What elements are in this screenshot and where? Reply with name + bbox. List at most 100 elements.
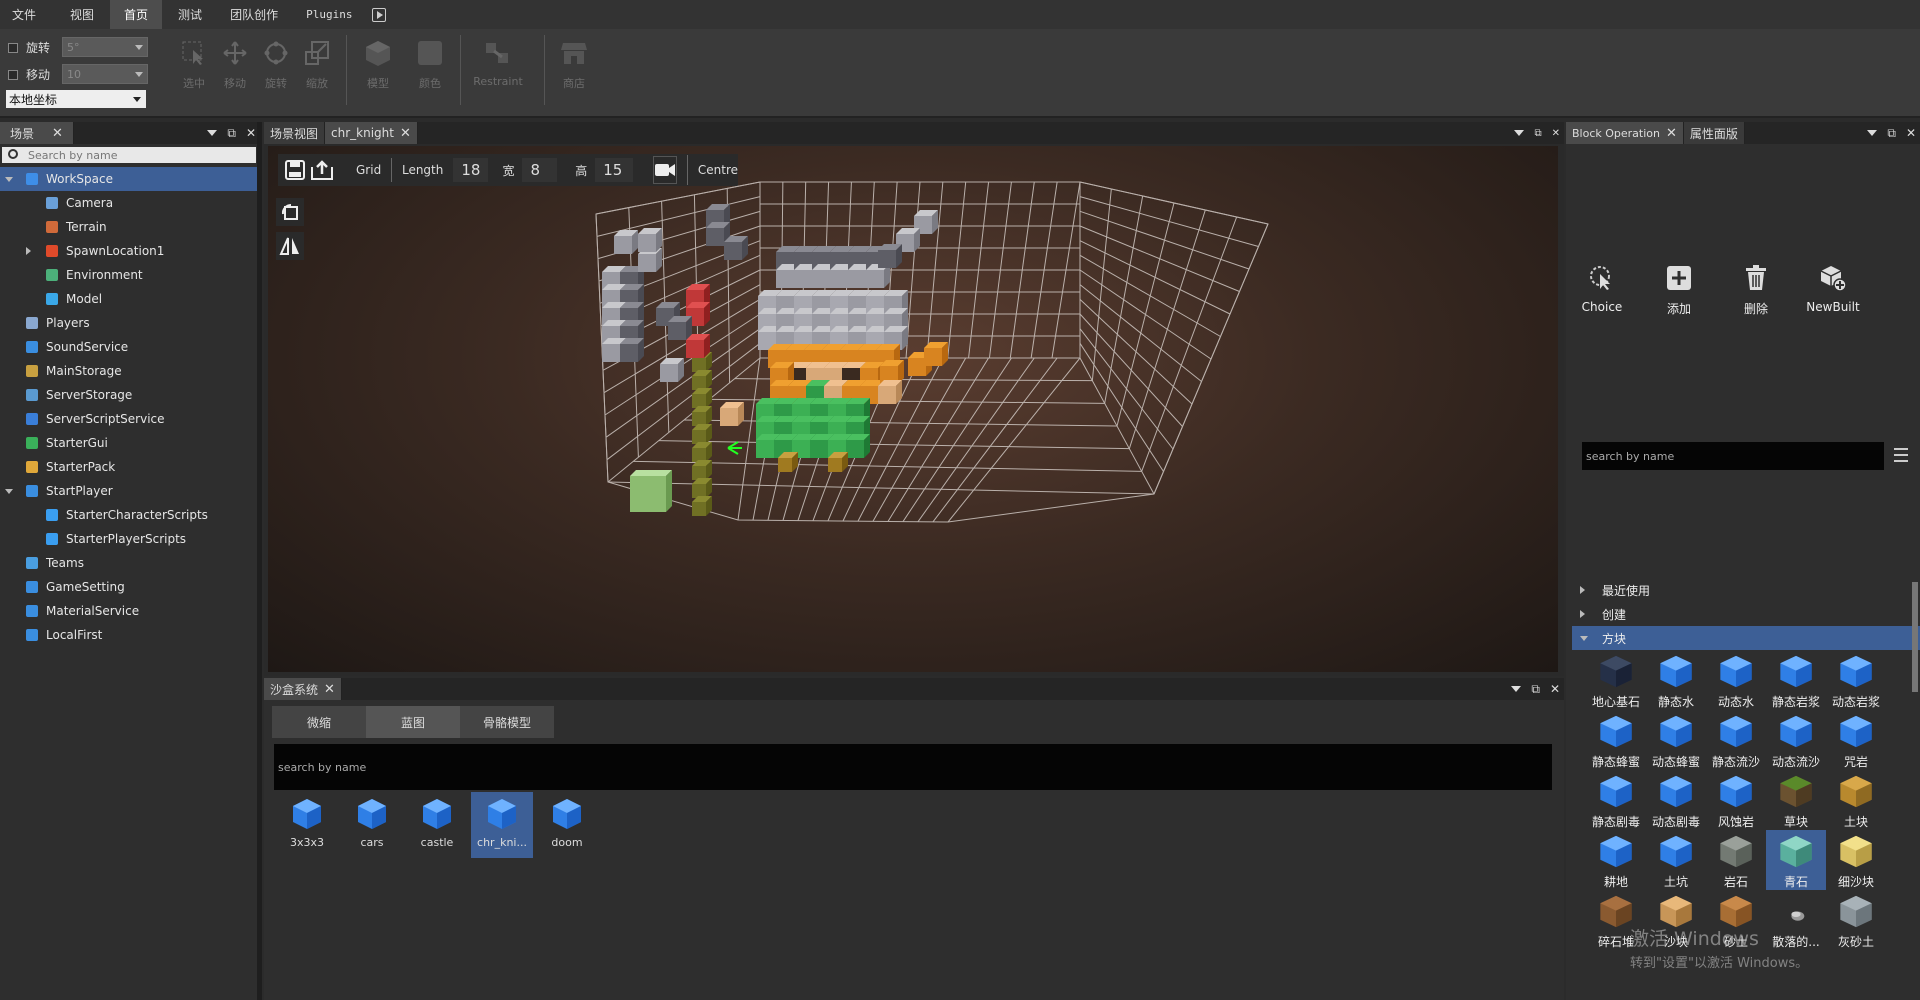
restraint-tool-inner[interactable]: Restraint bbox=[470, 39, 526, 88]
tree-item-players[interactable]: Players bbox=[0, 311, 260, 335]
block-item[interactable]: 散落的... bbox=[1766, 890, 1826, 950]
tab-sandbox[interactable]: 沙盒系统 ✕ bbox=[264, 678, 342, 700]
block-item[interactable]: 静态蜂蜜 bbox=[1586, 710, 1646, 770]
tab-block-operation[interactable]: Block Operation ✕ bbox=[1566, 122, 1684, 144]
panel-splitter[interactable] bbox=[257, 122, 262, 1000]
category-item[interactable]: 方块 bbox=[1572, 626, 1920, 650]
tree-item-soundservice[interactable]: SoundService bbox=[0, 335, 260, 359]
close-icon[interactable]: ✕ bbox=[324, 682, 335, 697]
move-step-select[interactable]: 10 bbox=[62, 64, 148, 84]
rotate-checkbox[interactable] bbox=[8, 42, 18, 53]
expand-arrow-icon[interactable] bbox=[5, 489, 13, 494]
block-item[interactable]: 动态水 bbox=[1706, 650, 1766, 710]
close-icon[interactable]: ✕ bbox=[1552, 128, 1560, 139]
block-search-input[interactable]: search by name bbox=[1582, 442, 1884, 470]
delete-button[interactable]: 删除 bbox=[1726, 264, 1786, 317]
block-item[interactable]: 静态流沙 bbox=[1706, 710, 1766, 770]
scale-tool[interactable]: 缩放 bbox=[297, 39, 337, 91]
rotate-tool[interactable]: 旋转 bbox=[256, 39, 296, 91]
tab-miniature[interactable]: 微缩 bbox=[272, 706, 366, 738]
category-item[interactable]: 创建 bbox=[1572, 602, 1920, 626]
block-item[interactable]: 动态岩浆 bbox=[1826, 650, 1886, 710]
block-item[interactable]: 咒岩 bbox=[1826, 710, 1886, 770]
scene-search-input[interactable]: Search by name bbox=[2, 147, 256, 163]
scrollbar-thumb[interactable] bbox=[1912, 582, 1918, 692]
rotate-step-select[interactable]: 5° bbox=[62, 37, 148, 57]
tree-item-starterplayerscripts[interactable]: StarterPlayerScripts bbox=[0, 527, 260, 551]
tree-item-model[interactable]: Model bbox=[0, 287, 260, 311]
block-item[interactable]: 风蚀岩 bbox=[1706, 770, 1766, 830]
asset-item[interactable]: cars bbox=[341, 792, 403, 858]
tree-item-terrain[interactable]: Terrain bbox=[0, 215, 260, 239]
collapse-arrow-icon[interactable] bbox=[1580, 610, 1585, 618]
tree-item-workspace[interactable]: WorkSpace bbox=[0, 167, 260, 191]
move-checkbox[interactable] bbox=[8, 69, 18, 80]
asset-item[interactable]: castle bbox=[406, 792, 468, 858]
dropdown-icon[interactable] bbox=[1511, 686, 1522, 692]
add-button[interactable]: 添加 bbox=[1649, 264, 1709, 317]
category-item[interactable]: 最近使用 bbox=[1572, 578, 1920, 602]
tree-item-localfirst[interactable]: LocalFirst bbox=[0, 623, 260, 647]
block-item[interactable]: 土块 bbox=[1826, 770, 1886, 830]
shop-tool-inner[interactable]: 商店 bbox=[554, 39, 594, 91]
model-tool[interactable]: 模型 bbox=[358, 39, 398, 91]
tree-item-starterpack[interactable]: StarterPack bbox=[0, 455, 260, 479]
3d-viewport[interactable]: Grid Length 18 宽 8 高 15 Centre bbox=[268, 146, 1558, 672]
tree-item-environment[interactable]: Environment bbox=[0, 263, 260, 287]
tree-item-serverstorage[interactable]: ServerStorage bbox=[0, 383, 260, 407]
expand-arrow-icon[interactable] bbox=[1580, 636, 1588, 641]
tab-scene[interactable]: 场景 ✕ bbox=[0, 122, 74, 144]
close-icon[interactable]: ✕ bbox=[246, 126, 256, 140]
tree-item-gamesetting[interactable]: GameSetting bbox=[0, 575, 260, 599]
menu-test[interactable]: 测试 bbox=[166, 0, 214, 29]
close-icon[interactable]: ✕ bbox=[52, 126, 63, 141]
sandbox-search-input[interactable]: search by name bbox=[274, 744, 1552, 790]
block-item[interactable]: 动态剧毒 bbox=[1646, 770, 1706, 830]
block-item[interactable]: 土坑 bbox=[1646, 830, 1706, 890]
collapse-arrow-icon[interactable] bbox=[26, 247, 31, 255]
tree-item-materialservice[interactable]: MaterialService bbox=[0, 599, 260, 623]
tab-properties[interactable]: 属性面版 bbox=[1683, 122, 1745, 144]
float-icon[interactable]: ⧉ bbox=[227, 126, 236, 141]
block-item[interactable]: 灰砂土 bbox=[1826, 890, 1886, 950]
menu-home[interactable]: 首页 bbox=[110, 0, 163, 29]
restraint-tool[interactable]: Restraint bbox=[470, 39, 526, 88]
dropdown-icon[interactable] bbox=[1867, 130, 1878, 136]
float-icon[interactable]: ⧉ bbox=[1534, 128, 1541, 139]
newbuilt-button[interactable]: NewBuilt bbox=[1803, 264, 1863, 317]
block-item[interactable]: 青石 bbox=[1766, 830, 1826, 890]
menu-team[interactable]: 团队创作 bbox=[218, 0, 290, 29]
asset-item[interactable]: doom bbox=[536, 792, 598, 858]
block-item[interactable]: 草块 bbox=[1766, 770, 1826, 830]
move-tool[interactable]: 移动 bbox=[215, 39, 255, 91]
tree-item-serverscriptservice[interactable]: ServerScriptService bbox=[0, 407, 260, 431]
tree-item-mainstorage[interactable]: MainStorage bbox=[0, 359, 260, 383]
tree-item-startplayer[interactable]: StartPlayer bbox=[0, 479, 260, 503]
tab-chr-knight[interactable]: chr_knight ✕ bbox=[325, 122, 418, 144]
menu-view[interactable]: 视图 bbox=[58, 0, 106, 29]
tab-scene-view[interactable]: 场景视图 bbox=[264, 122, 326, 144]
block-item[interactable]: 动态流沙 bbox=[1766, 710, 1826, 770]
dropdown-icon[interactable] bbox=[207, 130, 218, 136]
dropdown-icon[interactable] bbox=[1514, 130, 1525, 136]
select-tool[interactable]: 选中 bbox=[174, 39, 214, 91]
float-icon[interactable]: ⧉ bbox=[1531, 682, 1540, 697]
coordinate-select[interactable]: 本地坐标 bbox=[6, 90, 146, 108]
menu-plugins[interactable]: Plugins bbox=[294, 0, 364, 29]
expand-arrow-icon[interactable] bbox=[5, 177, 13, 182]
shop-tool[interactable]: 商店 bbox=[554, 39, 594, 91]
block-item[interactable]: 细沙块 bbox=[1826, 830, 1886, 890]
close-icon[interactable]: ✕ bbox=[400, 126, 411, 141]
collapse-arrow-icon[interactable] bbox=[1580, 586, 1585, 594]
menu-icon[interactable] bbox=[1894, 448, 1908, 462]
tab-blueprint[interactable]: 蓝图 bbox=[366, 706, 460, 738]
tab-skeleton-model[interactable]: 骨骼模型 bbox=[460, 706, 554, 738]
close-icon[interactable]: ✕ bbox=[1550, 682, 1560, 696]
block-item[interactable]: 地心基石 bbox=[1586, 650, 1646, 710]
asset-item[interactable]: chr_kni... bbox=[471, 792, 533, 858]
asset-item[interactable]: 3x3x3 bbox=[276, 792, 338, 858]
tree-item-startercharacterscripts[interactable]: StarterCharacterScripts bbox=[0, 503, 260, 527]
float-icon[interactable]: ⧉ bbox=[1887, 126, 1896, 141]
close-icon[interactable]: ✕ bbox=[1666, 126, 1677, 141]
tree-item-spawnlocation1[interactable]: SpawnLocation1 bbox=[0, 239, 260, 263]
